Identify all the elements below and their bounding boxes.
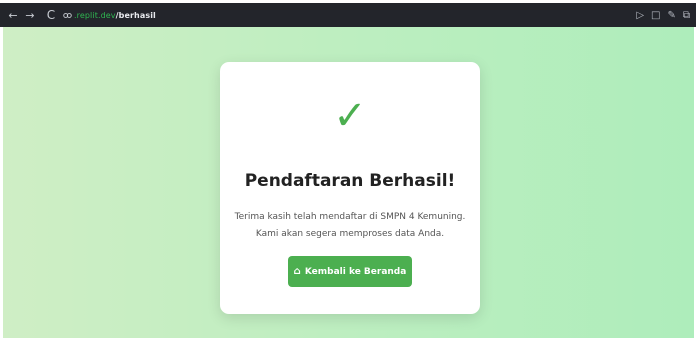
url-text[interactable]: .replit.dev/berhasil bbox=[74, 11, 156, 20]
extensions-icon[interactable]: ⧉ bbox=[683, 10, 690, 21]
send-to-device-icon[interactable]: ▷ bbox=[636, 10, 644, 21]
success-message: Terima kasih telah mendaftar di SMPN 4 K… bbox=[220, 209, 480, 243]
site-info-icon[interactable] bbox=[63, 11, 72, 20]
back-icon[interactable]: ← bbox=[6, 9, 20, 22]
reload-icon[interactable]: C bbox=[44, 8, 58, 22]
back-to-home-label: Kembali ke Beranda bbox=[304, 266, 407, 277]
checkmark-icon: ✓ bbox=[333, 93, 367, 139]
message-line-2: Kami akan segera memproses data Anda. bbox=[255, 229, 445, 239]
url-path: /berhasil bbox=[115, 10, 156, 20]
browser-toolbar: ← → C .replit.dev/berhasil ▷ □ ✎ ⧉ bbox=[0, 3, 696, 27]
back-to-home-button[interactable]: ⌂ Kembali ke Beranda bbox=[288, 256, 412, 287]
screen-icon[interactable]: □ bbox=[651, 10, 660, 21]
success-card: ✓ Pendaftaran Berhasil! Terima kasih tel… bbox=[220, 62, 480, 314]
url-host: .replit.dev bbox=[74, 10, 116, 20]
page-viewport: ✓ Pendaftaran Berhasil! Terima kasih tel… bbox=[3, 27, 694, 338]
pen-icon[interactable]: ✎ bbox=[667, 10, 675, 21]
home-icon: ⌂ bbox=[293, 266, 301, 277]
page-title: Pendaftaran Berhasil! bbox=[244, 171, 456, 191]
address-bar[interactable]: .replit.dev/berhasil bbox=[63, 11, 156, 20]
forward-icon[interactable]: → bbox=[23, 9, 37, 22]
message-line-1: Terima kasih telah mendaftar di SMPN 4 K… bbox=[234, 212, 466, 222]
